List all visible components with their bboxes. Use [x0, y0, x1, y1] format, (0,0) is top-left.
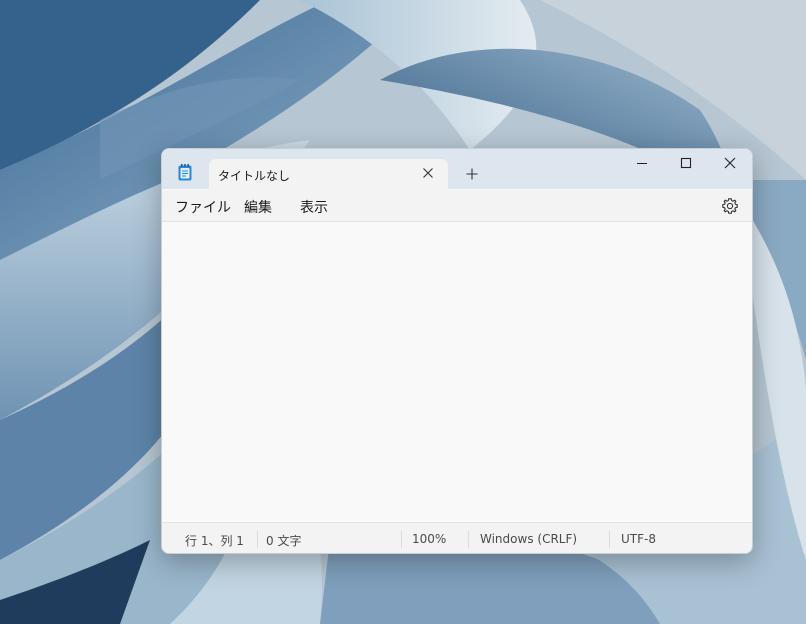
status-line-ending[interactable]: Windows (CRLF) [480, 532, 577, 546]
status-cursor-position: 行 1、列 1 [185, 534, 244, 548]
menu-bar: ファイル 編集 表示 [162, 190, 752, 222]
status-zoom[interactable]: 100% [412, 532, 446, 546]
status-encoding[interactable]: UTF-8 [621, 532, 656, 546]
menu-view[interactable]: 表示 [300, 197, 328, 217]
tab-title: タイトルなし [218, 169, 291, 183]
tab-untitled[interactable]: タイトルなし [209, 159, 448, 190]
status-divider [401, 531, 402, 548]
menu-edit[interactable]: 編集 [244, 197, 272, 217]
close-icon[interactable] [420, 165, 436, 181]
status-bar: 行 1、列 1 0 文字 100% Windows (CRLF) UTF-8 [162, 522, 752, 553]
notepad-window: タイトルなし ファイル 編集 表示 行 1、列 1 0 文字 100% Wind… [161, 148, 753, 554]
editor-text-area[interactable] [162, 223, 752, 521]
maximize-icon[interactable] [674, 153, 698, 173]
status-divider [609, 531, 610, 548]
plus-icon[interactable] [462, 164, 482, 184]
menu-file[interactable]: ファイル [175, 197, 231, 217]
notepad-icon [178, 164, 192, 181]
minimize-icon[interactable] [630, 153, 654, 173]
close-icon[interactable] [718, 153, 742, 173]
gear-icon[interactable] [721, 197, 739, 215]
status-divider [257, 531, 258, 548]
status-divider [468, 531, 469, 548]
title-bar[interactable]: タイトルなし [162, 149, 752, 190]
status-char-count: 0 文字 [266, 534, 302, 548]
